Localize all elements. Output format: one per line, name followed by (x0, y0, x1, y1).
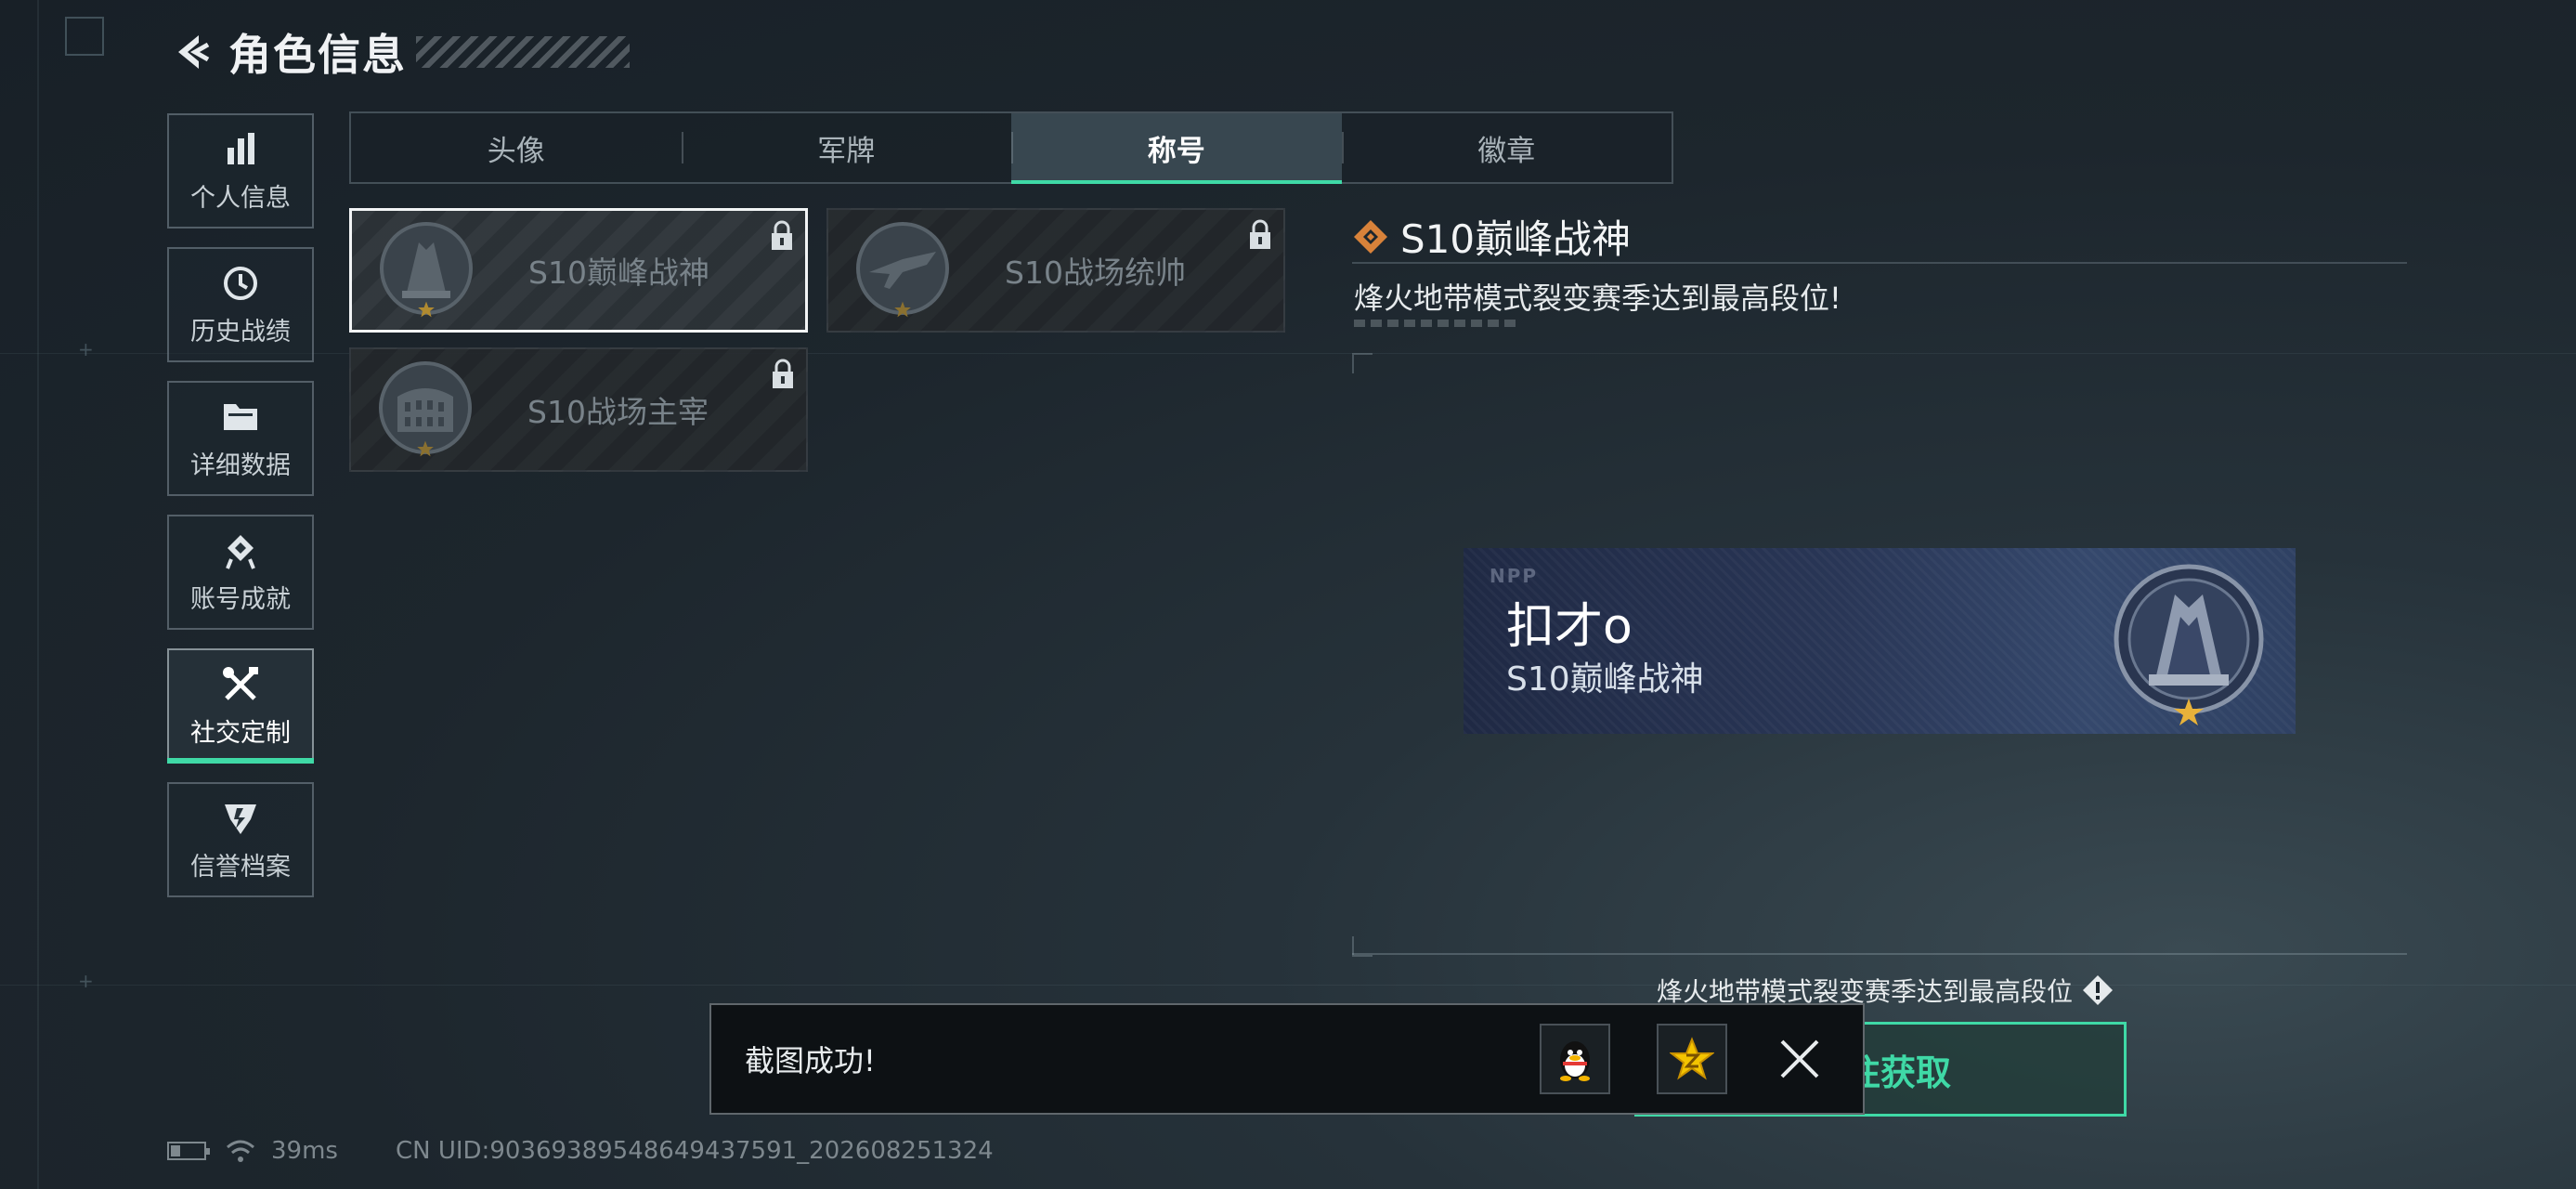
sidebar-nav: 个人信息 历史战绩 详细数据 账号成就 社交定制 信誉档案 (167, 113, 318, 916)
detail-description: 烽火地带模式裂变赛季达到最高段位! (1354, 281, 1841, 316)
page-header: 角色信息 (169, 24, 630, 80)
tab-bar: 头像 军牌 称号 徽章 (349, 111, 1673, 184)
tab-avatar[interactable]: 头像 (351, 113, 682, 182)
close-icon (1780, 1039, 1819, 1078)
sidebar-item-detailed-data[interactable]: 详细数据 (167, 381, 314, 496)
page-title: 角色信息 (228, 30, 407, 80)
sidebar-item-label: 详细数据 (190, 451, 291, 480)
wifi-icon (225, 1138, 256, 1164)
back-button[interactable] (169, 30, 214, 74)
sidebar-item-credit-record[interactable]: 信誉档案 (167, 782, 314, 897)
detail-subtext-decoration (1354, 320, 1521, 327)
lock-icon (769, 359, 797, 390)
sidebar-item-personal-info[interactable]: 个人信息 (167, 113, 314, 229)
divider (1352, 262, 2407, 264)
grid-plus: + (78, 970, 94, 992)
toast-close-button[interactable] (1774, 1033, 1826, 1085)
sidebar-item-label: 社交定制 (190, 718, 291, 748)
tab-dog-tag[interactable]: 军牌 (681, 113, 1012, 182)
back-arrow-icon (178, 35, 210, 69)
sidebar-item-label: 账号成就 (190, 584, 291, 614)
history-clock-icon (220, 263, 261, 304)
sidebar-item-label: 信誉档案 (190, 852, 291, 882)
detail-title: S10巅峰战神 (1400, 216, 1632, 262)
title-card-dominator[interactable]: S10战场主宰 (349, 347, 808, 472)
tools-icon (220, 664, 261, 705)
frame-corner (1352, 353, 1373, 373)
battery-icon (167, 1142, 210, 1160)
bar-chart-icon (220, 129, 261, 170)
title-card-name: S10战场主宰 (527, 394, 709, 430)
grid-line (0, 985, 2576, 986)
sidebar-item-history[interactable]: 历史战绩 (167, 247, 314, 362)
peak-god-emblem-icon (371, 215, 482, 326)
achievement-badge-icon (220, 530, 261, 571)
lock-icon (768, 220, 796, 252)
sidebar-item-label: 个人信息 (190, 183, 291, 213)
detail-header: S10巅峰战神 (1352, 208, 1631, 265)
share-qzone-button[interactable] (1657, 1024, 1727, 1094)
sidebar-item-achievements[interactable]: 账号成就 (167, 515, 314, 630)
diamond-icon (1352, 218, 1389, 255)
dominator-colosseum-emblem-icon (370, 354, 481, 465)
user-uid: CN UID:9036938954864943759​1_20260825132… (395, 1137, 994, 1165)
grid-line (37, 0, 39, 1189)
title-stripes-decoration (416, 36, 630, 68)
plate-title: S10巅峰战神 (1506, 660, 1704, 699)
name-plate-preview: NPP 扣才o S10巅峰战神 (1464, 548, 2296, 734)
commander-plane-emblem-icon (847, 215, 958, 326)
title-card-name: S10巅峰战神 (528, 255, 709, 291)
tab-badge[interactable]: 徽章 (1341, 113, 1672, 182)
folder-icon (220, 397, 261, 438)
peak-god-emblem-icon (2101, 554, 2277, 730)
grid-plus: + (78, 338, 94, 360)
plate-player-name: 扣才o (1506, 599, 1633, 655)
qzone-star-icon (1670, 1037, 1714, 1080)
credit-shield-icon (220, 798, 261, 839)
share-qq-button[interactable] (1540, 1024, 1610, 1094)
info-icon[interactable] (2082, 974, 2114, 1006)
corner-decoration (65, 17, 104, 56)
title-card-name: S10战场统帅 (1005, 255, 1186, 291)
title-card-commander[interactable]: S10战场统帅 (826, 208, 1285, 333)
tab-title[interactable]: 称号 (1011, 113, 1342, 184)
sidebar-item-social-custom[interactable]: 社交定制 (167, 648, 314, 764)
qq-penguin-icon (1560, 1041, 1590, 1081)
title-card-peak-god[interactable]: S10巅峰战神 (349, 208, 808, 333)
divider (1352, 953, 2407, 955)
ping-value: 39ms (271, 1137, 338, 1165)
sidebar-item-label: 历史战绩 (190, 317, 291, 346)
plate-logo: NPP (1490, 565, 1539, 587)
lock-icon (1246, 219, 1274, 251)
screenshot-toast: 截图成功! (709, 1003, 1865, 1115)
status-bar: 39ms CN UID:9036938954864943759​1_202608… (167, 1137, 994, 1165)
toast-message: 截图成功! (745, 1043, 876, 1078)
